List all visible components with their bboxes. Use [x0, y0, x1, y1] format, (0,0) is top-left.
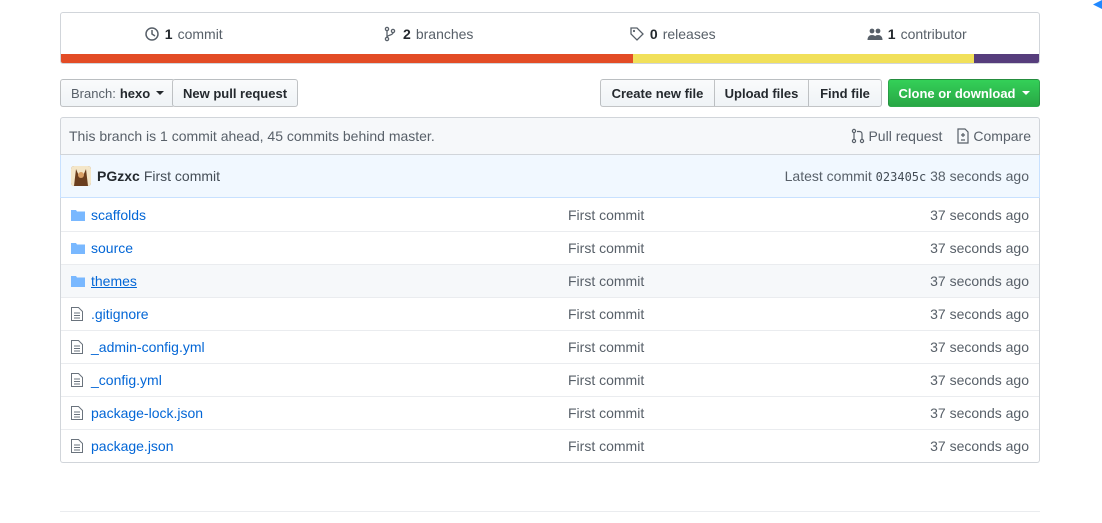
- file-age: 37 seconds ago: [930, 240, 1029, 256]
- language-bar-segment[interactable]: [61, 54, 634, 63]
- file-age: 37 seconds ago: [930, 339, 1029, 355]
- pull-request-link[interactable]: Pull request: [851, 128, 942, 144]
- file-name-link[interactable]: scaffolds: [91, 207, 146, 223]
- file-age: 37 seconds ago: [930, 206, 1029, 223]
- tag-icon: [630, 27, 644, 41]
- folder-icon: [71, 243, 85, 254]
- file-name-link[interactable]: _config.yml: [91, 372, 162, 388]
- file-navigation: Branch: hexo New pull request Create new…: [60, 79, 1040, 107]
- file-row[interactable]: scaffolds First commit 37 seconds ago: [61, 198, 1039, 231]
- file-row[interactable]: package-lock.json First commit 37 second…: [61, 396, 1039, 429]
- divider: [60, 511, 1040, 512]
- file-name-link[interactable]: source: [91, 240, 133, 256]
- file-icon: [71, 307, 83, 321]
- file-commit-message[interactable]: First commit: [568, 207, 644, 223]
- branches-label: branches: [415, 26, 474, 42]
- commit-author-link[interactable]: PGzxc: [97, 168, 140, 184]
- file-name-link[interactable]: package-lock.json: [91, 405, 203, 421]
- history-icon: [145, 27, 159, 41]
- commits-count: 1: [164, 26, 173, 42]
- branch-icon: [384, 26, 396, 42]
- new-pull-request-button[interactable]: New pull request: [172, 79, 299, 107]
- commits-label: commit: [177, 26, 223, 42]
- file-commit-message[interactable]: First commit: [568, 273, 644, 289]
- file-row[interactable]: _admin-config.yml First commit 37 second…: [61, 330, 1039, 363]
- releases-count-link[interactable]: 0 releases: [550, 26, 795, 42]
- branch-status-text: This branch is 1 commit ahead, 45 commit…: [69, 128, 435, 144]
- file-commit-message[interactable]: First commit: [568, 372, 644, 388]
- compare-link[interactable]: Compare: [956, 128, 1031, 144]
- branch-status-bar: This branch is 1 commit ahead, 45 commit…: [60, 117, 1040, 155]
- contributors-count-link[interactable]: 1 contributor: [795, 26, 1040, 42]
- latest-commit-age: 38 seconds ago: [930, 168, 1029, 184]
- file-row[interactable]: .gitignore First commit 37 seconds ago: [61, 297, 1039, 330]
- pull-request-label: Pull request: [868, 128, 943, 144]
- scroll-marker-icon: [1093, 0, 1102, 9]
- file-age: 37 seconds ago: [930, 306, 1029, 322]
- file-name-link[interactable]: _admin-config.yml: [91, 339, 205, 355]
- avatar[interactable]: [71, 166, 91, 186]
- file-list: scaffolds First commit 37 seconds ago so…: [60, 198, 1040, 463]
- clone-or-download-label: Clone or download: [898, 85, 1016, 101]
- file-name-link[interactable]: package.json: [91, 438, 174, 454]
- contributors-label: contributor: [900, 26, 967, 42]
- file-row[interactable]: themes First commit 37 seconds ago: [61, 264, 1039, 297]
- releases-count: 0: [649, 26, 658, 42]
- repo-summary: 1 commit 2 branches 0 releases 1 contrib…: [60, 12, 1040, 64]
- language-bar-segment[interactable]: [973, 54, 1039, 63]
- file-icon: [71, 340, 83, 354]
- file-age: 37 seconds ago: [930, 273, 1029, 289]
- file-commit-message[interactable]: First commit: [568, 405, 644, 421]
- latest-commit-meta: Latest commit 023405c 38 seconds ago: [785, 168, 1029, 184]
- file-age: 37 seconds ago: [930, 405, 1029, 421]
- people-icon: [867, 28, 883, 40]
- find-file-button[interactable]: Find file: [808, 79, 882, 107]
- branch-prefix: Branch:: [71, 85, 116, 101]
- file-name-link[interactable]: themes: [91, 273, 137, 289]
- language-bar-segment[interactable]: [633, 54, 974, 63]
- latest-commit-bar: PGzxc First commit Latest commit 023405c…: [60, 155, 1040, 198]
- contributors-count: 1: [887, 26, 896, 42]
- upload-files-button[interactable]: Upload files: [714, 79, 809, 107]
- diff-icon: [957, 128, 970, 144]
- branch-select-button[interactable]: Branch: hexo: [60, 79, 176, 107]
- compare-label: Compare: [973, 128, 1031, 144]
- folder-icon: [71, 209, 85, 221]
- releases-label: releases: [662, 26, 716, 42]
- language-bar[interactable]: [61, 54, 1039, 63]
- create-new-file-button[interactable]: Create new file: [600, 79, 715, 107]
- branches-count: 2: [403, 26, 411, 42]
- branches-count-link[interactable]: 2 branches: [306, 26, 551, 42]
- file-icon: [71, 406, 83, 420]
- file-row[interactable]: package.json First commit 37 seconds ago: [61, 429, 1039, 462]
- folder-icon: [71, 276, 85, 287]
- file-icon: [71, 439, 83, 453]
- file-commit-message[interactable]: First commit: [568, 240, 644, 256]
- file-icon: [71, 373, 83, 387]
- file-commit-message[interactable]: First commit: [568, 339, 644, 355]
- file-age: 37 seconds ago: [930, 372, 1029, 388]
- chevron-down-icon: [1021, 91, 1030, 95]
- latest-commit-prefix: Latest commit: [784, 168, 872, 184]
- commits-count-link[interactable]: 1 commit: [61, 26, 306, 42]
- clone-or-download-button[interactable]: Clone or download: [888, 79, 1040, 107]
- file-row[interactable]: source First commit 37 seconds ago: [61, 231, 1039, 264]
- file-row[interactable]: _config.yml First commit 37 seconds ago: [61, 363, 1039, 396]
- branch-name: hexo: [119, 85, 151, 101]
- chevron-down-icon: [156, 91, 165, 95]
- file-name-link[interactable]: .gitignore: [91, 306, 149, 322]
- file-age: 37 seconds ago: [930, 438, 1029, 454]
- commit-message-link[interactable]: First commit: [144, 168, 220, 184]
- file-commit-message[interactable]: First commit: [568, 306, 644, 322]
- pull-request-icon: [852, 128, 865, 144]
- commit-sha-link[interactable]: 023405c: [876, 170, 927, 184]
- file-commit-message[interactable]: First commit: [568, 438, 644, 454]
